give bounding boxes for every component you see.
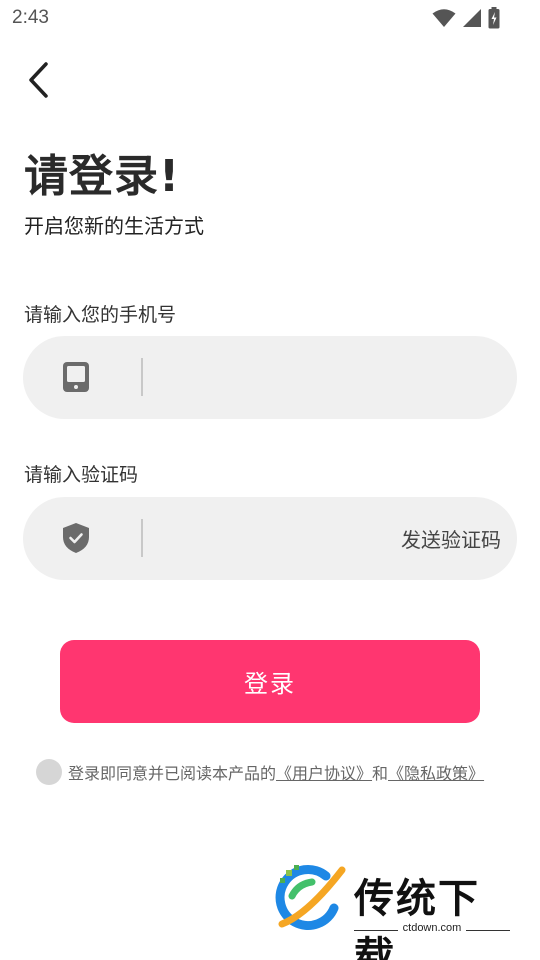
- user-agreement-link[interactable]: 《用户协议》: [276, 760, 372, 784]
- watermark-logo-icon: [268, 862, 348, 942]
- watermark-domain: ctdown.com: [402, 922, 462, 934]
- verification-code-field[interactable]: 发送验证码: [23, 497, 517, 580]
- page-subtitle: 开启您新的生活方式: [24, 214, 204, 238]
- back-button[interactable]: [18, 62, 58, 102]
- phone-field-divider: [141, 358, 143, 396]
- status-time: 2:43: [12, 7, 49, 28]
- status-icons: [432, 7, 500, 33]
- watermark-line-right: [466, 930, 510, 931]
- battery-icon: [488, 7, 500, 33]
- phone-icon: [61, 360, 91, 394]
- agreement-conjunction: 和: [372, 764, 389, 783]
- status-bar: 2:43: [0, 0, 540, 36]
- send-code-button[interactable]: 发送验证码: [401, 524, 501, 553]
- page-title: 请登录!: [24, 151, 181, 202]
- code-field-divider: [141, 519, 143, 557]
- signal-icon: [462, 8, 482, 32]
- code-label: 请输入验证码: [24, 464, 139, 486]
- privacy-policy-link[interactable]: 《隐私政策》: [388, 760, 484, 784]
- watermark-brand: 传统下载: [354, 876, 480, 960]
- wifi-icon: [432, 8, 456, 32]
- login-button[interactable]: 登录: [60, 640, 480, 723]
- phone-input[interactable]: [153, 336, 403, 419]
- agreement-prefix: 登录即同意并已阅读本产品的: [68, 764, 277, 783]
- agreement-checkbox[interactable]: [36, 759, 62, 785]
- verification-code-input[interactable]: [153, 497, 403, 580]
- phone-field[interactable]: [23, 336, 517, 419]
- phone-label: 请输入您的手机号: [24, 304, 177, 326]
- shield-check-icon: [61, 521, 91, 555]
- watermark-logo: 传统下载 ctdown.com: [268, 862, 518, 960]
- agreement-row: 登录即同意并已阅读本产品的 《用户协议》 和 《隐私政策》: [36, 759, 484, 785]
- back-arrow-icon: [27, 62, 49, 102]
